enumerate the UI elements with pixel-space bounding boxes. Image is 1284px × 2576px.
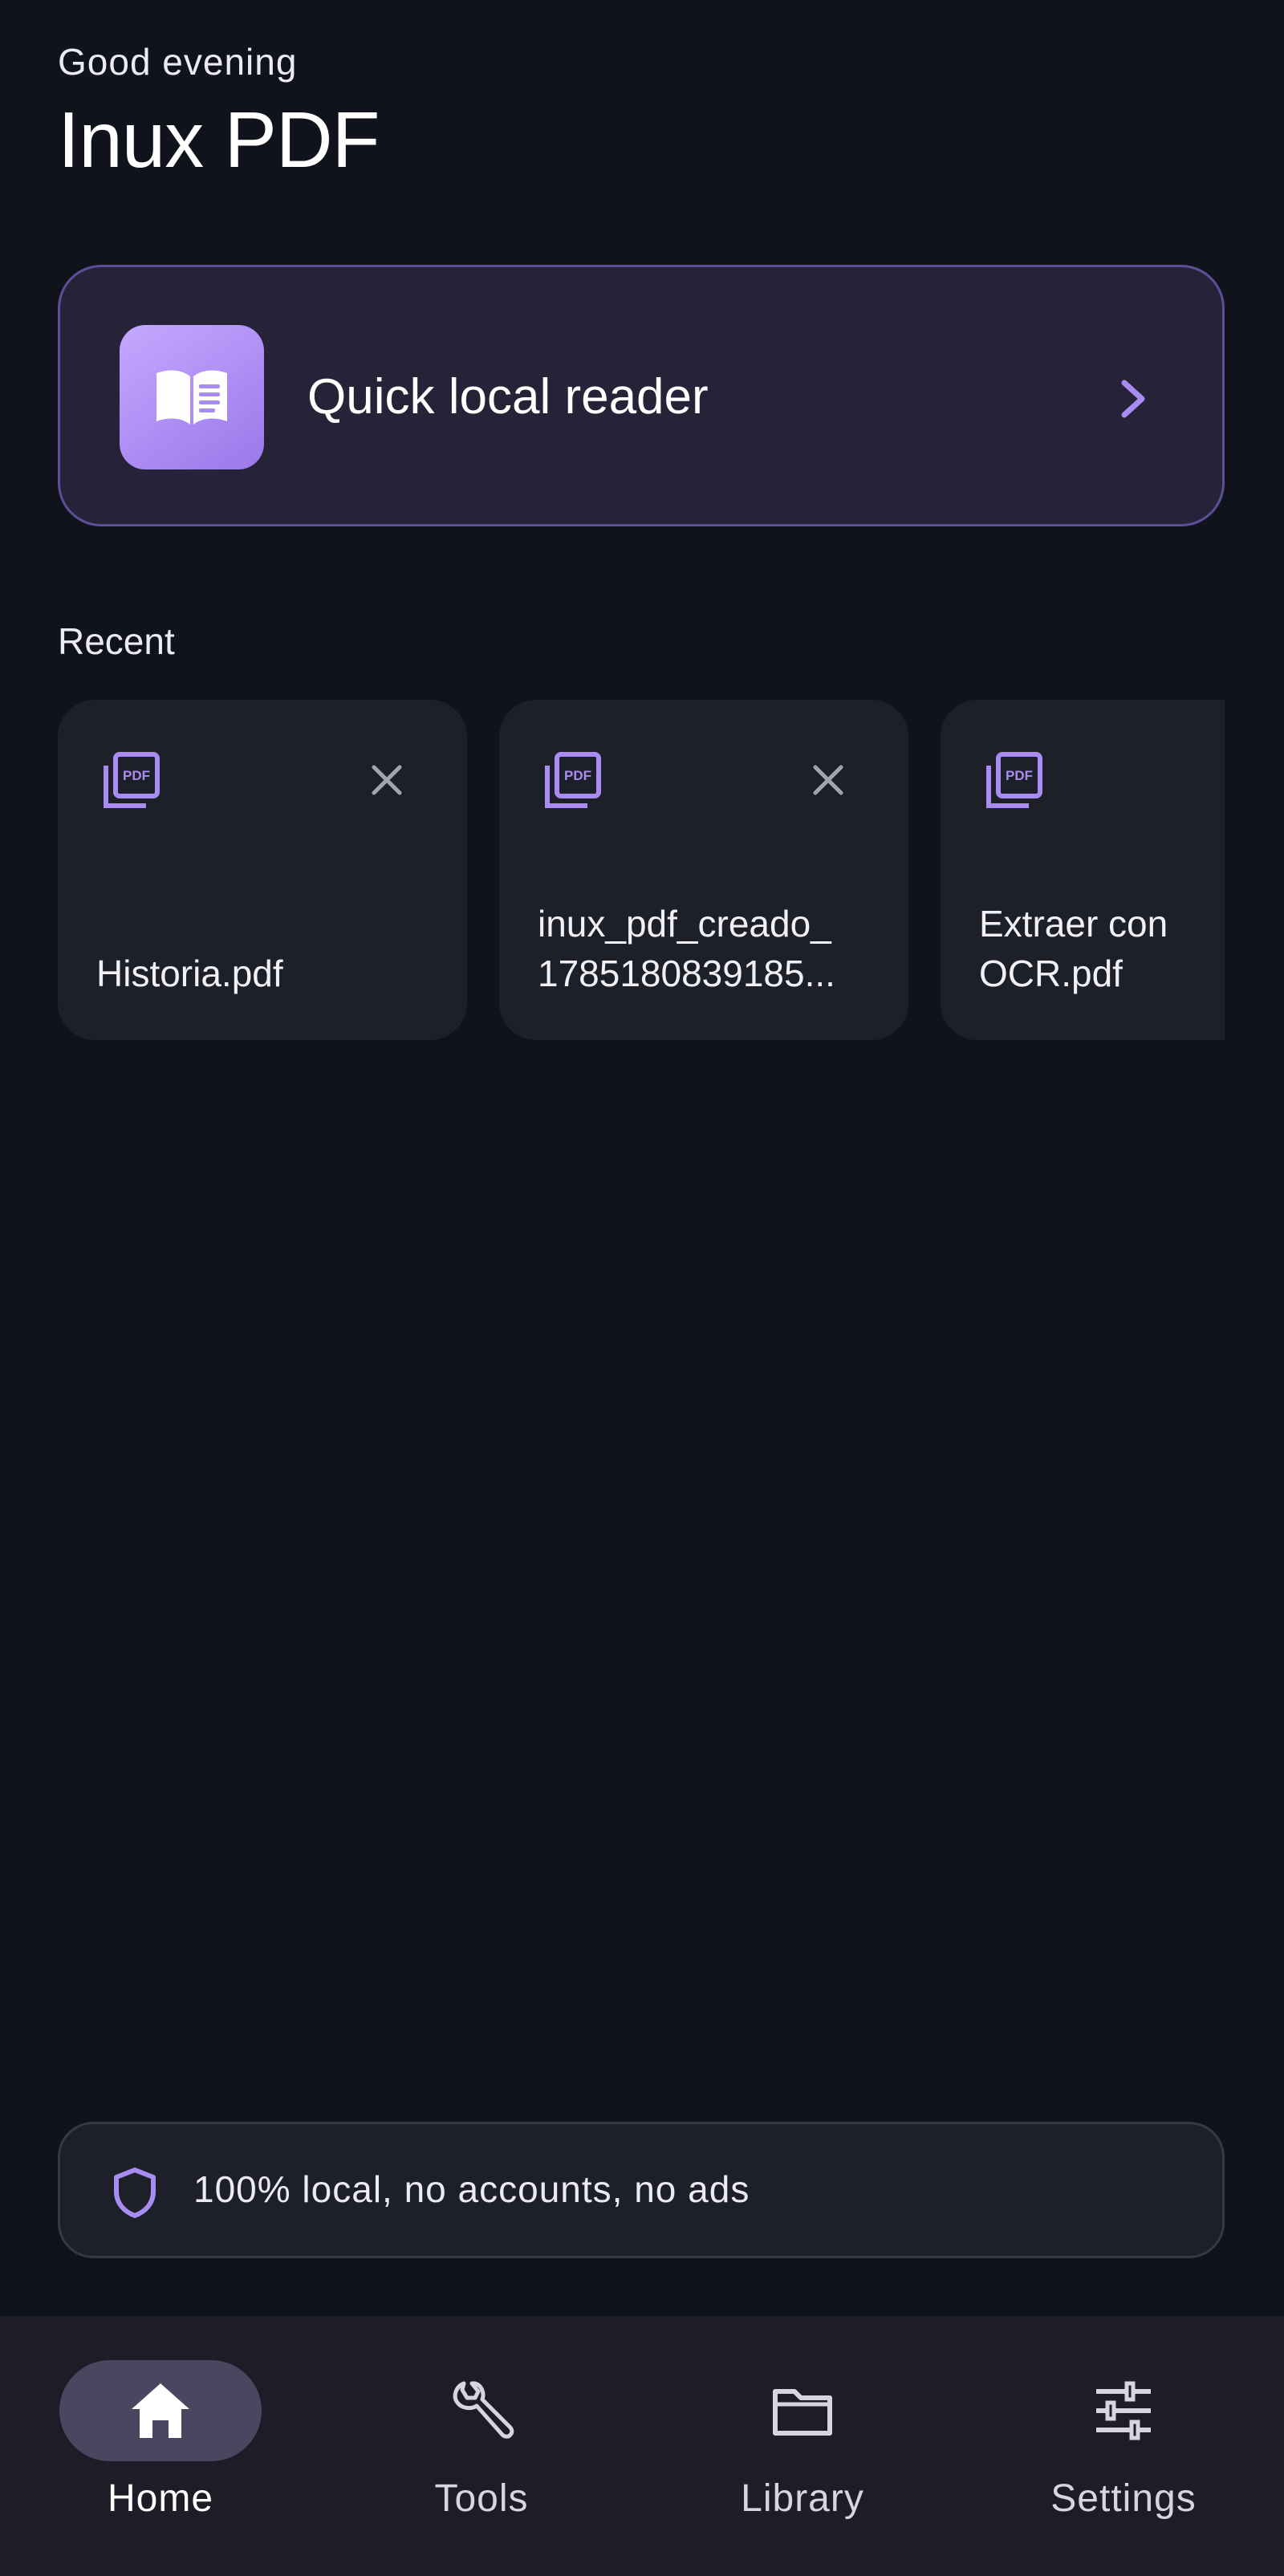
recent-file-card[interactable]: PDF Historia.pdf <box>58 700 467 1040</box>
book-open-icon <box>120 325 264 469</box>
svg-text:PDF: PDF <box>1006 768 1033 783</box>
recent-file-card[interactable]: PDF Extraer con OCR.pdf <box>941 700 1225 1040</box>
greeting-text: Good evening <box>58 41 298 83</box>
svg-text:PDF: PDF <box>564 768 591 783</box>
pdf-file-icon: PDF <box>104 752 160 808</box>
nav-item-library[interactable]: Library <box>642 2316 963 2576</box>
nav-item-tools[interactable]: Tools <box>321 2316 642 2576</box>
bottom-navigation: Home Tools Library Settings <box>0 2316 1284 2576</box>
close-icon[interactable] <box>804 756 852 804</box>
recent-section-title: Recent <box>58 620 175 662</box>
pdf-file-icon: PDF <box>545 752 601 808</box>
nav-label: Tools <box>434 2477 529 2520</box>
nav-label: Library <box>741 2477 864 2520</box>
shield-icon <box>114 2168 156 2218</box>
app-title: Inux PDF <box>58 95 380 184</box>
nav-item-settings[interactable]: Settings <box>963 2316 1284 2576</box>
recent-file-card[interactable]: PDF inux_pdf_creado_ 1785180839185... <box>499 700 908 1040</box>
home-icon <box>132 2383 189 2438</box>
folder-icon <box>773 2389 832 2436</box>
nav-item-home[interactable]: Home <box>0 2316 321 2576</box>
recent-files-carousel[interactable]: PDF Historia.pdf PDF inux_pdf_creado_ 17… <box>58 700 1225 1042</box>
quick-reader-label: Quick local reader <box>307 369 709 425</box>
nav-label: Settings <box>1050 2477 1197 2520</box>
recent-file-name: inux_pdf_creado_ 1785180839185... <box>538 903 835 994</box>
home-screen: Good evening Inux PDF Quick local reader… <box>0 0 1284 2576</box>
svg-text:PDF: PDF <box>123 768 150 783</box>
privacy-banner: 100% local, no accounts, no ads <box>58 2122 1225 2258</box>
recent-file-name: Historia.pdf <box>96 953 283 994</box>
sliders-icon <box>1096 2381 1151 2440</box>
close-icon[interactable] <box>363 756 411 804</box>
recent-file-name: Extraer con OCR.pdf <box>979 903 1168 994</box>
privacy-text: 100% local, no accounts, no ads <box>193 2168 750 2210</box>
chevron-right-icon <box>1121 380 1145 418</box>
wrench-icon <box>453 2381 514 2439</box>
quick-reader-card[interactable]: Quick local reader <box>58 265 1225 526</box>
nav-label: Home <box>107 2477 214 2520</box>
pdf-file-icon: PDF <box>986 752 1042 808</box>
